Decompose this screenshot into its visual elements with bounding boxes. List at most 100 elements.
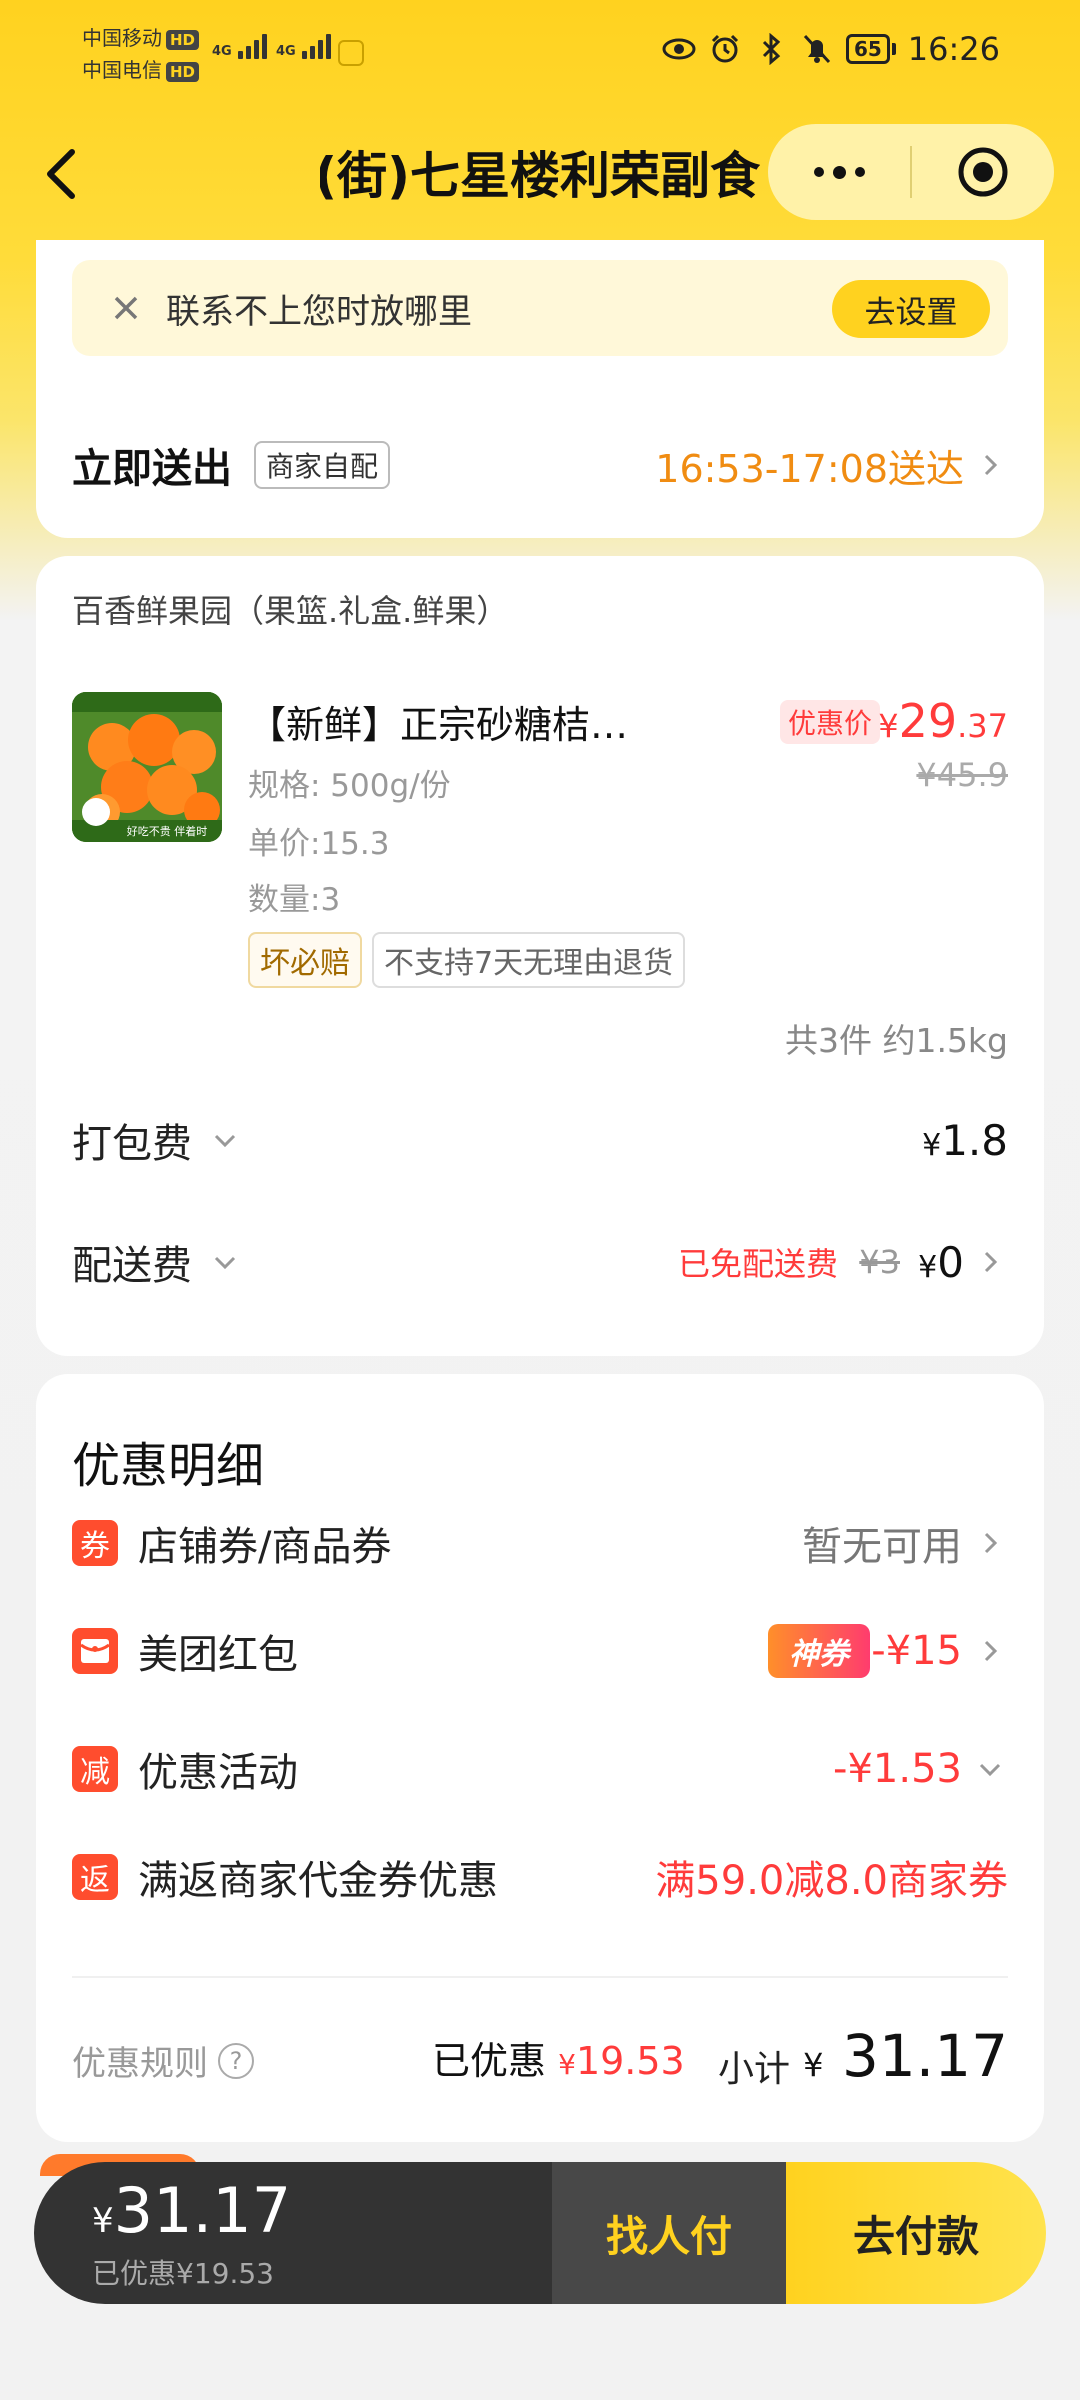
hd-badge: HD: [166, 30, 200, 50]
no-return-badge: 不支持7天无理由退货: [372, 932, 686, 988]
price-decimal: .37: [957, 707, 1008, 745]
saved-amount: 已优惠 ¥19.53: [432, 2039, 685, 2083]
product-badges: 坏必赔 不支持7天无理由退货: [248, 932, 686, 988]
hd-badge: HD: [166, 62, 200, 82]
cashback-value: 满59.0减8.0商家券: [655, 1858, 1008, 1904]
original-price: ¥45.9: [916, 756, 1008, 794]
discount-rules[interactable]: 优惠规则 ?: [72, 2036, 254, 2085]
more-dots-icon: [813, 167, 824, 177]
cashback-icon: 返: [72, 1854, 118, 1900]
coupon-icon: 券: [72, 1520, 118, 1566]
product-spec: 规格: 500g/份: [248, 768, 451, 804]
cashback-label: 满返商家代金券优惠: [138, 1858, 498, 1904]
back-button[interactable]: [28, 142, 92, 206]
pay-now-button[interactable]: 去付款: [786, 2162, 1046, 2304]
signal-icon: 4G: [212, 34, 267, 59]
store-coupon-row[interactable]: 券 店铺券/商品券 暂无可用: [72, 1508, 1008, 1578]
delivery-card: 联系不上您时放哪里 去设置 立即送出 商家自配 16:53-17:08送达: [36, 240, 1044, 538]
packing-fee-label: 打包费: [72, 1121, 192, 1167]
back-arrow-icon: [47, 149, 75, 199]
product-image[interactable]: 好吃不贵 伴着时: [72, 692, 222, 842]
chevron-down-icon: [979, 1763, 1001, 1777]
red-packet-row[interactable]: 美团红包 神券 -¥15: [72, 1616, 1008, 1686]
damage-compensation-badge: 坏必赔: [248, 932, 362, 988]
unit-price: 单价:15.3: [248, 826, 390, 862]
battery-icon: 65: [845, 34, 896, 64]
tangerine-image: 好吃不贵 伴着时: [72, 692, 222, 842]
delivery-fee-row[interactable]: 配送费 已免配送费 ¥3 ¥0: [72, 1222, 1008, 1302]
carrier-info: 中国移动 HD 中国电信 HD: [82, 22, 200, 86]
status-bar: 中国移动 HD 中国电信 HD 4G 4G 65 16:26: [0, 0, 1080, 110]
network-type: 4G: [276, 44, 296, 59]
free-delivery-note: 已免配送费: [677, 1245, 838, 1283]
target-close-icon: [958, 147, 1008, 197]
pay-summary: ¥31.17 已优惠¥19.53: [34, 2162, 552, 2304]
red-packet-label: 美团红包: [138, 1632, 298, 1678]
promotion-row[interactable]: 减 优惠活动 -¥1.53: [72, 1734, 1008, 1804]
delivery-title: 立即送出: [72, 446, 232, 492]
red-packet-icon: [72, 1628, 118, 1674]
clock: 16:26: [907, 30, 1000, 68]
carrier-2: 中国电信: [82, 58, 162, 82]
carrier-1: 中国移动: [82, 26, 162, 50]
contact-notice: 联系不上您时放哪里 去设置: [72, 260, 1008, 356]
delivery-fee-amount: ¥0: [918, 1237, 964, 1287]
question-icon: ?: [218, 2042, 254, 2079]
pay-saved: 已优惠¥19.53: [92, 2257, 274, 2290]
close-button[interactable]: [912, 124, 1054, 220]
pay-for-me-button[interactable]: 找人付: [552, 2162, 786, 2304]
chevron-right-icon: [984, 1640, 998, 1662]
eye-icon: [662, 32, 696, 66]
product-name[interactable]: 【新鲜】正宗砂糖桔…: [248, 694, 728, 749]
chevron-right-icon: [984, 454, 998, 476]
alarm-icon: [708, 32, 742, 66]
page-title: (街)七星楼利荣副食: [320, 144, 760, 208]
packing-fee-amount: ¥1.8: [922, 1115, 1008, 1165]
chevron-down-icon: [214, 1134, 236, 1148]
chevron-right-icon: [984, 1532, 998, 1554]
discount-title: 优惠明细: [72, 1438, 265, 1494]
order-card: 百香鲜果园（果篮.礼盒.鲜果） 好吃不贵 伴着时 【新鲜】正宗砂糖桔… 优惠价 …: [36, 556, 1044, 1356]
mute-bell-icon: [800, 32, 834, 66]
rules-label: 优惠规则: [72, 2044, 208, 2084]
discount-icon: 减: [72, 1746, 118, 1792]
mini-program-capsule: [768, 124, 1054, 220]
promotion-label: 优惠活动: [138, 1750, 298, 1796]
more-button[interactable]: [768, 124, 910, 220]
item-count-summary: 共3件 约1.5kg: [784, 1021, 1008, 1060]
shop-name: 百香鲜果园（果篮.礼盒.鲜果）: [72, 592, 509, 630]
battery-level: 65: [845, 34, 890, 64]
original-delivery-fee: ¥3: [859, 1243, 900, 1281]
network-type: 4G: [212, 44, 232, 59]
quantity: 数量:3: [248, 882, 341, 918]
red-packet-value: -¥15: [871, 1628, 962, 1674]
settings-button[interactable]: 去设置: [832, 280, 990, 338]
super-coupon-badge: 神券: [768, 1624, 870, 1678]
signal-icon: 4G: [276, 34, 331, 59]
merchant-delivery-tag: 商家自配: [254, 441, 391, 489]
pay-bar: ¥31.17 已优惠¥19.53 找人付 去付款: [34, 2162, 1046, 2304]
copy-app-icon: [338, 40, 364, 66]
chevron-right-icon: [984, 1251, 998, 1273]
pay-total: ¥31.17: [92, 2174, 292, 2247]
divider: [72, 1976, 1008, 1978]
discount-card: 优惠明细 券 店铺券/商品券 暂无可用 美团红包 神券 -¥15 减 优惠活动 …: [36, 1374, 1044, 2142]
promo-price: ¥29.37: [878, 694, 1008, 748]
delivery-time-row[interactable]: 立即送出 商家自配 16:53-17:08送达: [72, 420, 1008, 510]
store-name: (街)七星楼利荣副食: [320, 147, 760, 205]
price-integer: 29: [898, 694, 958, 748]
promotion-value: -¥1.53: [833, 1746, 962, 1792]
close-icon[interactable]: [106, 288, 146, 328]
bluetooth-icon: [754, 32, 788, 66]
subtotal-amount: ¥ 31.17: [803, 2022, 1008, 2090]
subtotal-label: 小计: [718, 2049, 791, 2090]
packing-fee-row[interactable]: 打包费 ¥1.8: [72, 1100, 1008, 1180]
delivery-fee-label: 配送费: [72, 1243, 192, 1289]
nav-bar: (街)七星楼利荣副食: [0, 120, 1080, 230]
chevron-down-icon: [214, 1256, 236, 1270]
store-coupon-label: 店铺券/商品券: [138, 1524, 392, 1570]
promo-price-tag: 优惠价: [780, 700, 881, 744]
store-coupon-value: 暂无可用: [802, 1524, 962, 1570]
delivery-time: 16:53-17:08送达: [655, 446, 964, 491]
cashback-voucher-row: 返 满返商家代金券优惠 满59.0减8.0商家券: [72, 1842, 1008, 1912]
